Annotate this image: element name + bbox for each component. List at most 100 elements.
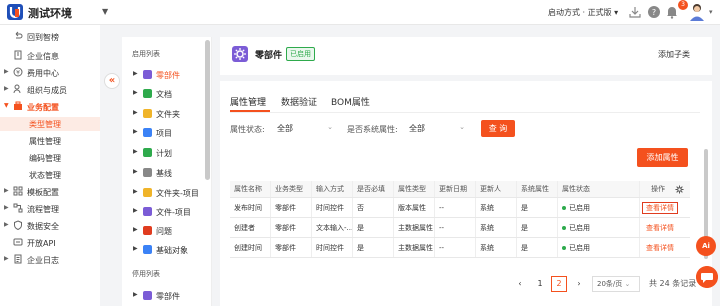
caret-right-icon[interactable]: ▶	[133, 291, 138, 298]
caret-right-icon[interactable]: ▶	[133, 89, 138, 96]
base-object-icon	[143, 245, 152, 254]
caret-right-icon[interactable]: ▶	[133, 109, 138, 116]
tree-item[interactable]: ▶ 文件夹	[122, 107, 204, 121]
status-text: 已启用	[569, 244, 590, 252]
caret-right-icon[interactable]: ▶	[133, 70, 138, 77]
tab-attribute-management[interactable]: 属性管理	[230, 95, 266, 108]
avatar[interactable]	[688, 2, 706, 22]
tree-item[interactable]: ▶ 基础对象	[122, 243, 204, 257]
status-dot	[562, 246, 566, 250]
add-child-type-button[interactable]: 添加子类	[658, 49, 690, 60]
table-cell: 版本属性	[394, 198, 435, 217]
page-title: 零部件	[255, 51, 283, 61]
view-details-link[interactable]: 查看详情	[646, 244, 674, 252]
table-cell: 是	[517, 238, 558, 257]
table-cell: --	[435, 198, 476, 217]
sidebar-item-open-api[interactable]: 开放API	[0, 236, 100, 250]
tree-item[interactable]: ▶ 基线	[122, 166, 204, 180]
sidebar-item-back[interactable]: 回到智榜	[0, 30, 100, 44]
table-cell: 系统	[476, 238, 517, 257]
next-page-button[interactable]: ›	[571, 276, 587, 292]
launch-mode-select[interactable]: 启动方式 · 正式版 ▾	[548, 7, 618, 18]
issue-icon	[143, 226, 152, 235]
tree-item-label: 文件夹	[156, 110, 180, 119]
status-cell: 已启用	[558, 218, 640, 237]
system-attr-filter-value: 全部	[409, 124, 425, 133]
sidebar-subitem-code-management[interactable]: 编码管理	[0, 151, 100, 165]
sidebar-item-enterprise-log[interactable]: ▶ 企业日志	[0, 253, 100, 267]
prev-page-button[interactable]: ‹	[512, 276, 528, 292]
sidebar-item-org[interactable]: ▶ 组织与成员	[0, 83, 100, 97]
type-header: 零部件 已启用 添加子类	[220, 37, 712, 75]
chevron-down-icon[interactable]: ▼	[102, 7, 108, 16]
chevron-down-icon: ⌄	[624, 280, 631, 288]
table-cell: 否	[353, 198, 394, 217]
caret-right-icon: ▶	[4, 204, 9, 211]
notification-badge: 3	[678, 0, 688, 10]
help-icon[interactable]: ?	[646, 4, 662, 20]
sidebar-subitem-type-management[interactable]: 类型管理	[0, 117, 100, 131]
tree-item[interactable]: ▶ 项目	[122, 126, 204, 140]
caret-right-icon[interactable]: ▶	[133, 128, 138, 135]
column-header: 更新日期	[435, 181, 476, 197]
page-button[interactable]: 1	[532, 276, 548, 292]
tree-item-label: 零部件	[156, 292, 180, 301]
table-cell: 零部件	[271, 198, 312, 217]
active-tab-indicator	[230, 110, 270, 112]
top-bar: 测试环境 ▼ 启动方式 · 正式版 ▾ ? 3 ▾	[0, 0, 720, 25]
enabled-list-header: 启用列表	[132, 50, 160, 58]
tree-item-label: 文件夹-项目	[156, 189, 199, 198]
table-cell: 主数据属性	[394, 238, 435, 257]
gear-icon[interactable]	[675, 185, 684, 194]
download-icon[interactable]	[627, 4, 643, 20]
sidebar-item-data-security[interactable]: ▶ 数据安全	[0, 219, 100, 233]
sidebar-item-template[interactable]: ▶ 模板配置	[0, 185, 100, 199]
collapse-sidebar-button[interactable]: «	[104, 73, 120, 89]
status-filter-label: 属性状态:	[230, 125, 265, 134]
caret-right-icon: ▶	[4, 85, 9, 92]
tree-item[interactable]: ▶ 文件-项目	[122, 205, 204, 219]
add-attribute-button[interactable]: 添加属性	[637, 148, 688, 167]
sidebar-subitem-status-management[interactable]: 状态管理	[0, 168, 100, 182]
app-title[interactable]: 测试环境	[28, 5, 72, 21]
caret-right-icon[interactable]: ▶	[133, 188, 138, 195]
table-cell: 是	[353, 218, 394, 237]
caret-right-icon[interactable]: ▶	[133, 245, 138, 252]
sidebar-item-billing[interactable]: ▶ ¥ 费用中心	[0, 66, 100, 80]
caret-right-icon[interactable]: ▶	[133, 207, 138, 214]
tab-data-validation[interactable]: 数据验证	[281, 95, 317, 108]
chat-icon[interactable]	[696, 266, 718, 288]
view-details-link[interactable]: 查看详情	[646, 224, 674, 232]
tree-item[interactable]: ▶ 问题	[122, 224, 204, 238]
action-cell: 查看详情	[640, 238, 690, 257]
system-attr-filter-select[interactable]: 全部 ⌄	[409, 120, 465, 136]
caret-right-icon[interactable]: ▶	[133, 168, 138, 175]
caret-right-icon[interactable]: ▶	[133, 148, 138, 155]
tab-bom-attributes[interactable]: BOM属性	[331, 95, 370, 108]
page-size-select[interactable]: 20条/页 ⌄	[592, 276, 640, 292]
tree-item[interactable]: ▶ 零部件	[122, 289, 204, 303]
plan-icon	[143, 148, 152, 157]
view-details-link[interactable]: 查看详情	[642, 202, 678, 214]
tree-item[interactable]: ▶ 文件夹-项目	[122, 186, 204, 200]
tabs-divider	[230, 112, 700, 113]
status-filter-select[interactable]: 全部 ⌄	[277, 120, 333, 136]
ai-assistant-button[interactable]: Ai	[696, 236, 716, 256]
sidebar-item-label: 数据安全	[27, 222, 59, 231]
tree-item[interactable]: ▶ 计划	[122, 146, 204, 160]
tree-item[interactable]: ▶ 零部件	[122, 68, 204, 82]
sidebar-item-workflow[interactable]: ▶ 流程管理	[0, 202, 100, 216]
table-cell: 零部件	[271, 238, 312, 257]
status-dot	[562, 226, 566, 230]
page-button-current[interactable]: 2	[551, 276, 567, 292]
tree-scrollbar[interactable]	[205, 40, 210, 180]
status-filter-value: 全部	[277, 124, 293, 133]
sidebar-item-business-config[interactable]: ▼ 业务配置	[0, 100, 100, 114]
part-icon	[143, 70, 152, 79]
chevron-down-icon[interactable]: ▾	[709, 8, 713, 16]
sidebar-item-company[interactable]: 企业信息	[0, 49, 100, 63]
caret-right-icon[interactable]: ▶	[133, 226, 138, 233]
sidebar-subitem-attribute-management[interactable]: 属性管理	[0, 134, 100, 148]
query-button[interactable]: 查 询	[481, 120, 515, 137]
tree-item[interactable]: ▶ 文档	[122, 87, 204, 101]
